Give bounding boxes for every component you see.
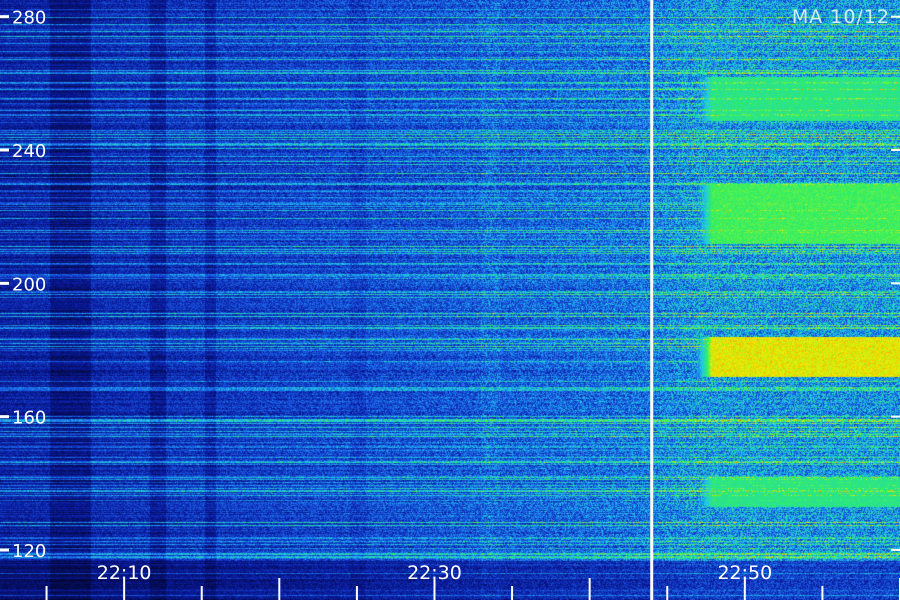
chart-overlay: 22:10 22:30 22:50 120 160 200 240 280: [0, 0, 900, 600]
y-tick-label: 160: [12, 408, 46, 429]
x-tick-label: 22:10: [97, 562, 152, 584]
x-tick-label: 22:30: [407, 562, 462, 584]
x-tick-label: 22:50: [717, 562, 772, 584]
date-stamp: MA 10/12: [791, 6, 890, 28]
y-tick-label: 280: [12, 8, 46, 29]
y-axis-right-ticks: [891, 15, 900, 551]
y-axis-labels: 120 160 200 240 280: [12, 8, 46, 562]
y-tick-label: 200: [12, 274, 46, 295]
x-axis-labels: 22:10 22:30 22:50: [97, 562, 772, 584]
y-tick-label: 120: [12, 541, 46, 562]
y-axis-ticks: [0, 15, 9, 552]
spectrogram-panel: 22:10 22:30 22:50 120 160 200 240 280 MA 10/12: [0, 0, 900, 600]
y-tick-label: 240: [12, 141, 46, 162]
